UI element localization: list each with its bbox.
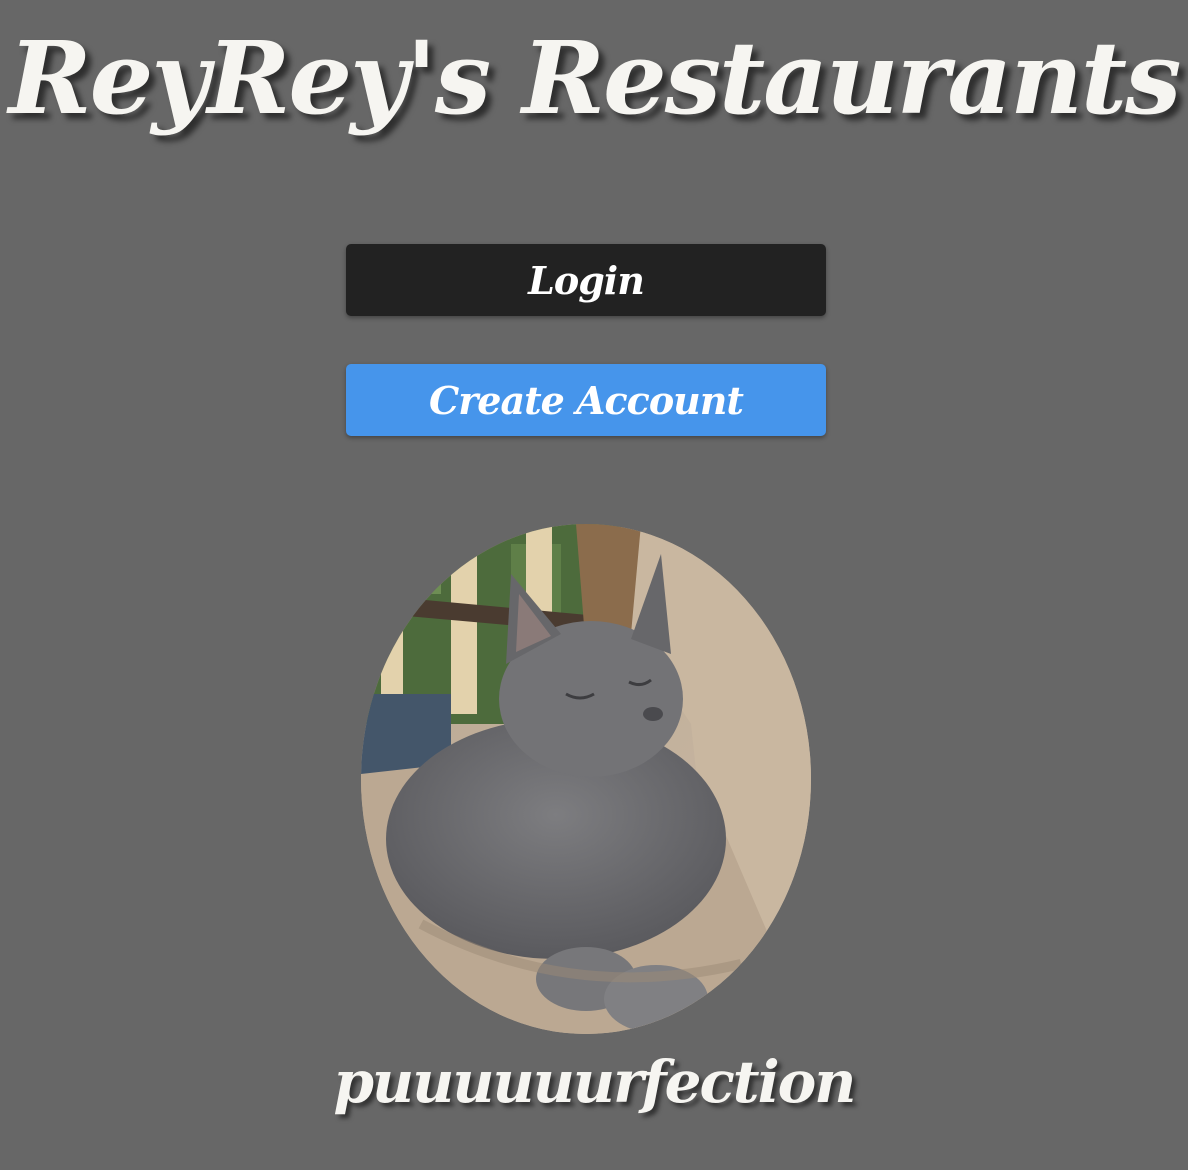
page: ReyRey's Restaurants Login Create Accoun… [0,0,1188,1170]
login-button[interactable]: Login [346,244,826,316]
site-title: ReyRey's Restaurants [8,19,1182,137]
photo-caption: puuuuuurfection [333,1048,857,1116]
cat-photo [361,524,811,1034]
create-account-button[interactable]: Create Account [346,364,826,436]
